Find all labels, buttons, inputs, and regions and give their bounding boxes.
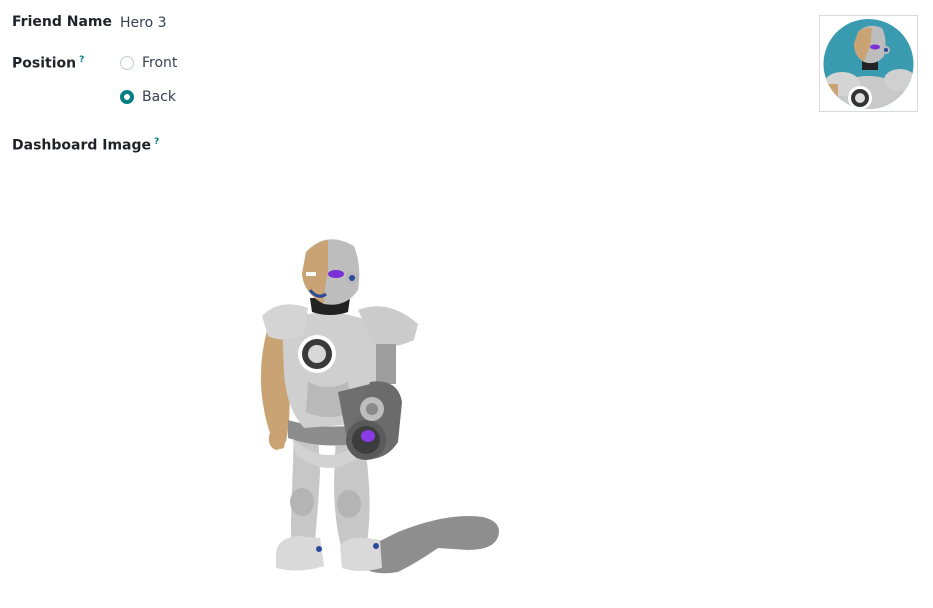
friend-form: Friend Name Hero 3 Position? Front Back … (0, 0, 933, 608)
robot-dashboard-image (260, 239, 499, 574)
position-label-text: Position (12, 55, 77, 72)
dashboard-image-help-icon[interactable]: ? (154, 137, 159, 147)
dashboard-image-field[interactable] (248, 232, 508, 582)
friend-name-label-text: Friend Name (12, 14, 112, 30)
dashboard-image-label: Dashboard Image? (12, 137, 159, 154)
friend-name-label: Friend Name (12, 14, 112, 30)
dashboard-image-label-text: Dashboard Image (12, 137, 152, 154)
friend-name-field[interactable]: Hero 3 (120, 15, 167, 31)
position-help-icon[interactable]: ? (79, 55, 84, 65)
avatar-image-field[interactable] (819, 15, 918, 112)
position-label: Position? (12, 55, 84, 72)
radio-front[interactable] (120, 56, 134, 70)
position-option-back[interactable]: Back (120, 89, 176, 105)
position-option-back-label: Back (142, 89, 176, 105)
radio-back[interactable] (120, 90, 134, 104)
position-option-front[interactable]: Front (120, 55, 177, 71)
robot-avatar-image (823, 19, 914, 109)
position-option-front-label: Front (142, 55, 178, 71)
